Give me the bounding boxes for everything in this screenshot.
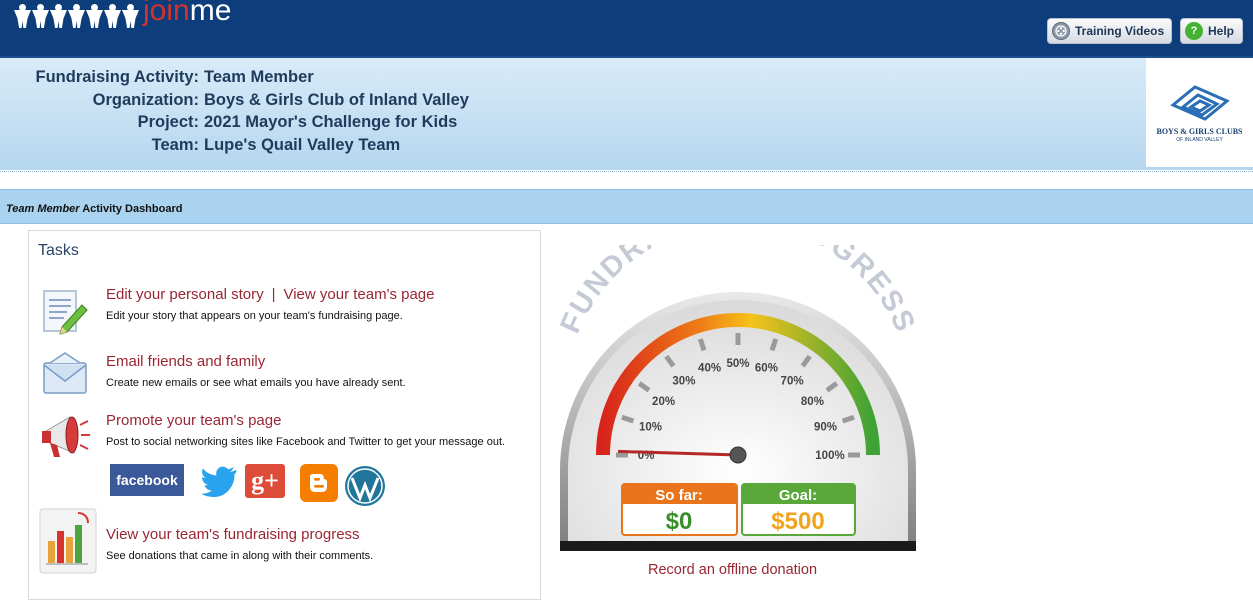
envelope-icon [40,349,90,409]
megaphone-icon [40,409,90,469]
gauge-tick-label: 10% [639,422,662,434]
info-label-project: Project: [137,113,199,131]
info-value-project: 2021 Mayor's Challenge for Kids [204,113,458,131]
facebook-share-button[interactable]: facebook [110,464,184,496]
gauge-tick [697,338,707,352]
gauge-tick [621,414,635,424]
link-separator: | [271,286,276,303]
training-videos-label: Training Videos [1075,24,1165,38]
goal-value: $500 [771,508,824,535]
activity-info-bar: Fundraising Activity: Team Member Organiz… [0,58,1253,172]
info-value-organization: Boys & Girls Club of Inland Valley [204,90,469,109]
view-progress-link[interactable]: View your team's fundraising progress [106,526,360,543]
tasks-panel: Tasks Edit your personal story | View your… [28,230,541,600]
gauge-tick-label: 30% [672,376,695,388]
org-logo-line1: BOYS & GIRLS CLUBS [1156,126,1243,136]
view-team-page-link[interactable]: View your team's page [283,286,434,303]
info-label-team: Team: [151,135,199,154]
twitter-bird-icon [201,466,237,497]
wordpress-icon [345,466,385,506]
org-logo: BOYS & GIRLS CLUBS OF INLAND VALLEY [1146,58,1253,167]
tasks-title: Tasks [38,242,79,259]
people-logo-icon [14,4,139,28]
logo-join-text: join [143,0,190,27]
dashboard-title-bar: Team Member Activity Dashboard [0,189,1253,224]
dashboard-title-italic: Team Member [6,203,80,215]
divider [0,171,1253,172]
blogger-share-button[interactable] [300,464,338,502]
promote-team-desc: Post to social networking sites like Fac… [106,436,506,448]
gauge-tick-label: 80% [801,396,824,408]
view-progress-desc: See donations that came in along with th… [106,550,374,562]
document-pencil-icon [40,287,90,347]
gauge-tick [841,414,855,424]
gauge-needle-hub [729,446,747,464]
promote-team-link[interactable]: Promote your team's page [106,412,281,429]
training-videos-button[interactable]: Training Videos [1047,18,1172,44]
blogger-icon [310,474,327,492]
so-far-label: So far: [655,487,703,504]
film-reel-icon [1052,22,1070,40]
info-value-team: Lupe's Quail Valley Team [204,135,401,154]
info-label-organization: Organization: [92,90,199,109]
edit-story-link[interactable]: Edit your personal story [106,286,264,303]
google-plus-share-button[interactable]: g+ [245,464,285,498]
activity-info: Fundraising Activity: Team Member Organiz… [0,66,469,156]
gauge-tick-label: 60% [755,363,778,375]
gauge-tick-label: 70% [781,376,804,388]
dashboard-title-rest: Activity Dashboard [79,203,183,215]
gauge-tick-label: 100% [815,450,844,462]
info-label-activity: Fundraising Activity: [35,68,200,86]
gauge-tick-label: 40% [698,363,721,375]
joinme-logo: joinme [14,0,231,40]
question-icon: ? [1185,22,1203,40]
twitter-share-button[interactable] [200,464,238,500]
gauge-tick-label: 20% [652,396,675,408]
email-friends-link[interactable]: Email friends and family [106,353,265,370]
email-friends-desc: Create new emails or see what emails you… [106,377,406,389]
boys-girls-club-logo-icon [1169,84,1230,121]
top-bar: joinme Training Videos ? Help [0,0,1253,58]
gauge-tick-label: 90% [814,422,837,434]
logo-me-text: me [189,0,232,27]
gauge-tick-label: 50% [726,358,749,370]
gauge-base [560,541,916,551]
fundraising-progress-gauge: FUNDRAISING PROGRESS 0%10%20%30%40%50%60… [554,245,920,551]
org-logo-line2: OF INLAND VALLEY [1176,136,1223,143]
help-button[interactable]: ? Help [1180,18,1243,44]
google-plus-label: g+ [251,466,279,495]
gauge-tick [769,338,779,352]
facebook-label: facebook [116,472,178,488]
so-far-value: $0 [666,508,693,535]
info-value-activity: Team Member [204,68,314,86]
wordpress-share-button[interactable] [343,464,387,508]
bar-chart-icon [38,507,98,575]
help-label: Help [1208,24,1235,38]
goal-label: Goal: [779,487,817,504]
record-offline-donation-link[interactable]: Record an offline donation [648,562,817,578]
edit-story-desc: Edit your story that appears on your tea… [106,310,403,322]
